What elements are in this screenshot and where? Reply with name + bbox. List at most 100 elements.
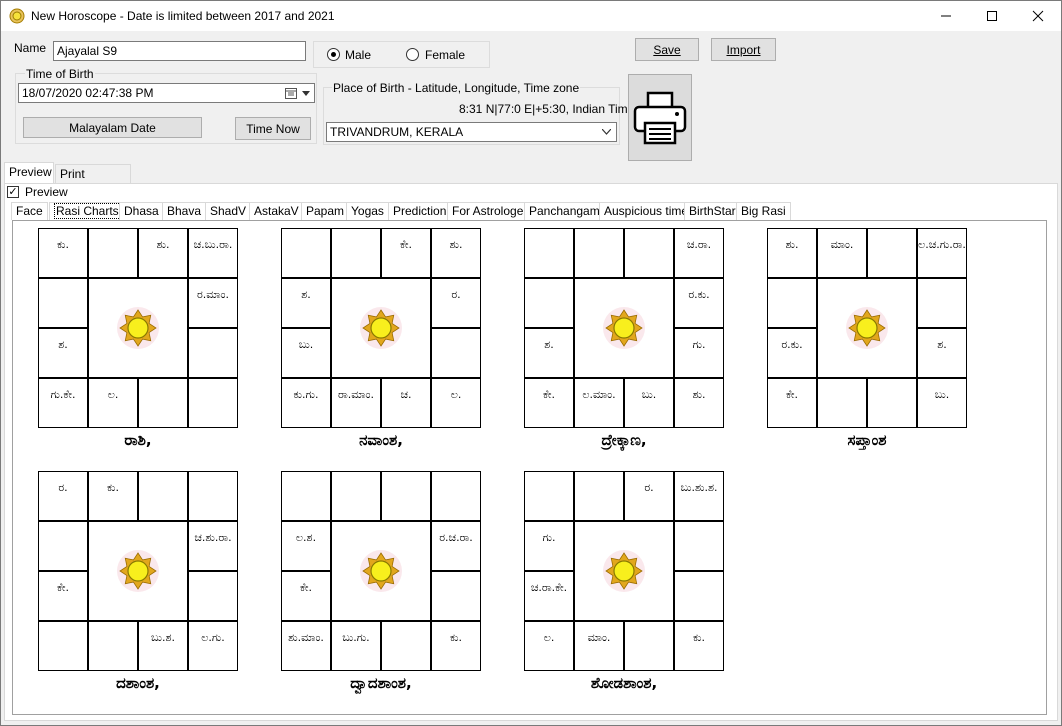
subtab-bhava[interactable]: Bhava: [162, 202, 207, 220]
subtab-birthstar[interactable]: BirthStar: [684, 202, 741, 220]
app-sun-icon: [9, 8, 25, 24]
chart-house-cell: [867, 228, 917, 278]
chart-house-cell: [331, 471, 381, 521]
chart-house-cell: [381, 621, 431, 671]
subtab-rasi-charts[interactable]: Rasi Charts: [49, 202, 126, 220]
tab-print-contents[interactable]: Print Contents: [55, 164, 131, 195]
horoscope-chart: ಚ.ರಾ. ರ.ಕು. ಶ. ಗು. ಕೇ. ಲ.ಮಾಂ. ಬು. ಶು.: [524, 228, 724, 428]
chart-house-cell: ಶ.: [524, 328, 574, 378]
malayalam-date-button[interactable]: Malayalam Date: [23, 117, 202, 138]
chart-house-cell: ಲ.ಮಾಂ.: [574, 378, 624, 428]
subtab-yogas[interactable]: Yogas: [346, 202, 389, 220]
chart-title: ನವಾಂಶ,: [359, 431, 403, 449]
calendar-icon[interactable]: [285, 87, 297, 99]
female-radio[interactable]: [406, 48, 419, 61]
chart-house-cell: ಶು.: [138, 228, 188, 278]
birth-datetime-picker[interactable]: 18/07/2020 02:47:38 PM: [18, 83, 315, 103]
import-button[interactable]: Import: [711, 38, 776, 61]
place-value: TRIVANDRUM, KERALA: [330, 125, 464, 139]
chart-house-cell: ರ.: [431, 278, 481, 328]
chart-house-cell: [88, 621, 138, 671]
subtab-panchangam[interactable]: Panchangam: [524, 202, 605, 220]
chart-house-cell: ಕೇ.: [38, 571, 88, 621]
tab-preview[interactable]: Preview: [4, 162, 54, 183]
place-label: Place of Birth - Latitude, Longitude, Ti…: [332, 81, 581, 95]
subtab-auspicious-time[interactable]: Auspicious time: [599, 202, 694, 220]
chart-house-cell: ಬು.ಗು.: [331, 621, 381, 671]
subtab-astakav[interactable]: AstakaV: [249, 202, 304, 220]
minimize-icon: [941, 15, 951, 17]
subtab-for-astrologer[interactable]: For Astrologer: [447, 202, 533, 220]
chart-house-cell: [431, 328, 481, 378]
minimize-button[interactable]: [923, 1, 969, 31]
chart-title: ಸಪ್ತಾಂಶ: [847, 431, 887, 449]
save-button[interactable]: Save: [635, 38, 699, 61]
chart-house-cell: ಕು.: [38, 228, 88, 278]
chart-house-cell: [524, 228, 574, 278]
chart-center: [817, 278, 917, 378]
male-label[interactable]: Male: [345, 48, 371, 62]
chart-house-cell: [524, 278, 574, 328]
chart-house-cell: [624, 621, 674, 671]
time-now-button[interactable]: Time Now: [235, 117, 311, 140]
chart-center: [574, 521, 674, 621]
chart-house-cell: [817, 378, 867, 428]
chart-title: ಶೋಡಶಾಂಶ,: [590, 674, 658, 692]
chevron-down-icon[interactable]: [302, 91, 310, 96]
chart-house-cell: [38, 278, 88, 328]
horoscope-chart: ಕು. ಶು. ಚ.ಬು.ರಾ. ರ.ಮಾಂ. ಶ. ಗು.ಕೇ. ಲ.: [38, 228, 238, 428]
print-button[interactable]: [628, 74, 692, 161]
chart-center: [331, 278, 431, 378]
chart-house-cell: ಕು.: [88, 471, 138, 521]
chart-house-cell: ಕೇ.: [524, 378, 574, 428]
chart-house-cell: ಬು.ಶು.ಶ.: [674, 471, 724, 521]
place-select[interactable]: TRIVANDRUM, KERALA: [326, 122, 617, 142]
subtab-big-rasi[interactable]: Big Rasi: [736, 202, 791, 220]
chart-house-cell: ರ.: [624, 471, 674, 521]
chart-house-cell: [917, 278, 967, 328]
chart-house-cell: [867, 378, 917, 428]
maximize-button[interactable]: [969, 1, 1015, 31]
female-label[interactable]: Female: [425, 48, 465, 62]
chart-house-cell: ಶು.ಮಾಂ.: [281, 621, 331, 671]
chart-center: [88, 521, 188, 621]
chart-house-cell: ಚ.ರಾ.: [674, 228, 724, 278]
chart-house-cell: ಚ.ಶು.ರಾ.: [188, 521, 238, 571]
chevron-down-icon[interactable]: [602, 129, 611, 135]
preview-checkbox-label[interactable]: Preview: [25, 185, 68, 199]
subtab-shadv[interactable]: ShadV: [205, 202, 252, 220]
rasi-charts-area: ಕು. ಶು. ಚ.ಬು.ರಾ. ರ.ಮಾಂ. ಶ. ಗು.ಕೇ. ಲ. ರಾಶಿ, ಕೇ. ಶು…: [12, 220, 1047, 715]
name-label: Name: [14, 41, 47, 55]
chart-house-cell: [138, 471, 188, 521]
subtab-dhasa[interactable]: Dhasa: [119, 202, 164, 220]
subtab-face[interactable]: Face: [11, 202, 48, 220]
chart-house-cell: ಲ.: [431, 378, 481, 428]
chart-house-cell: ಬು.: [281, 328, 331, 378]
chart-house-cell: ಶು.: [767, 228, 817, 278]
horoscope-chart: ರ. ಬು.ಶು.ಶ. ಗು. ಚ.ರಾ.ಕೇ. ಲ. ಮಾಂ. ಕು.: [524, 471, 724, 671]
chart-house-cell: ಚ.ರಾ.ಕೇ.: [524, 571, 574, 621]
close-button[interactable]: [1015, 1, 1061, 31]
time-of-birth-label: Time of Birth: [25, 67, 95, 81]
sun-icon: [603, 307, 645, 349]
subtab-prediction[interactable]: Prediction: [388, 202, 452, 220]
chart-house-cell: ಚ.ಬು.ರಾ.: [188, 228, 238, 278]
chart-house-cell: ಕೇ.: [281, 571, 331, 621]
sun-icon: [117, 307, 159, 349]
name-input[interactable]: Ajayalal S9: [53, 41, 306, 61]
chart-house-cell: ಗು.ಕೇ.: [38, 378, 88, 428]
window-title: New Horoscope - Date is limited between …: [31, 9, 335, 23]
chart-house-cell: [331, 228, 381, 278]
chart-house-cell: ಕೇ.: [767, 378, 817, 428]
male-radio[interactable]: [327, 48, 340, 61]
chart-house-cell: [381, 471, 431, 521]
chart-house-cell: [188, 378, 238, 428]
chart-house-cell: ಗು.: [674, 328, 724, 378]
chart-house-cell: [188, 571, 238, 621]
preview-checkbox[interactable]: ✓: [7, 186, 19, 198]
chart-house-cell: [674, 571, 724, 621]
subtab-papam[interactable]: Papam: [301, 202, 350, 220]
import-button-label: Import: [726, 42, 761, 57]
maximize-icon: [987, 11, 997, 21]
chart-house-cell: [88, 228, 138, 278]
